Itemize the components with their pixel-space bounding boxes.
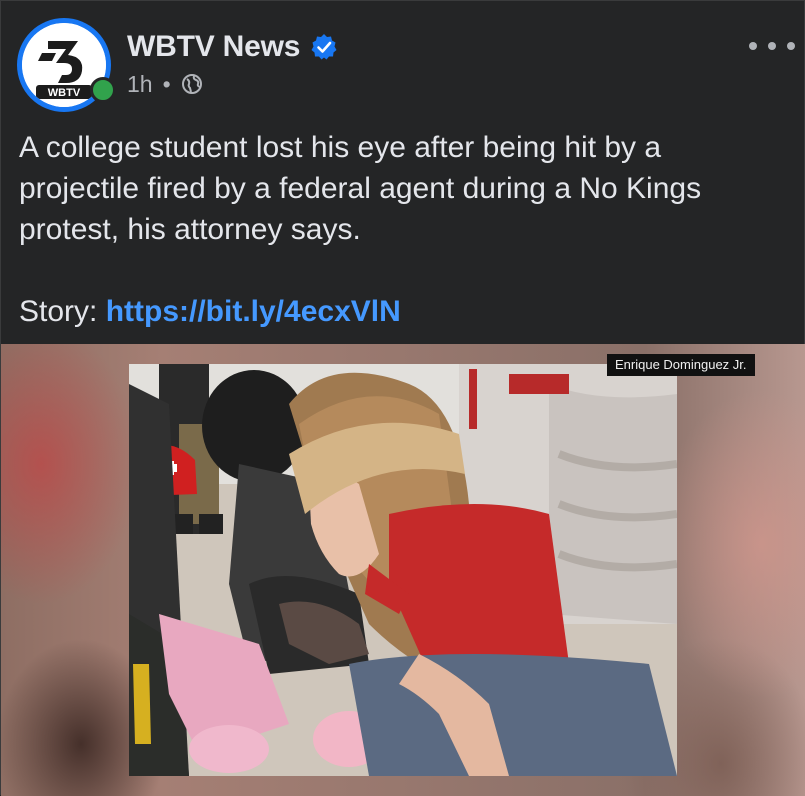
avatar-text: WBTV — [48, 87, 81, 99]
story-label: Story: — [19, 295, 106, 328]
post-body-text: A college student lost his eye after bei… — [19, 131, 702, 246]
more-dot — [749, 42, 757, 50]
post-header: WBTV WBTV News 1h • — [1, 1, 805, 113]
page-name[interactable]: WBTV News — [127, 30, 300, 64]
story-line: Story: https://bit.ly/4ecxVlN — [19, 291, 401, 332]
more-dot — [787, 42, 795, 50]
post-card: WBTV WBTV News 1h • A college student lo… — [0, 0, 805, 796]
photo-credit: Enrique Dominguez Jr. — [607, 354, 755, 376]
globe-icon — [181, 73, 203, 95]
online-status-dot — [90, 77, 116, 103]
meta-separator: • — [162, 70, 171, 97]
more-options-icon[interactable] — [749, 33, 795, 59]
post-timestamp[interactable]: 1h — [127, 71, 153, 98]
post-meta: 1h • — [127, 69, 203, 99]
news-photo[interactable] — [129, 364, 677, 776]
post-media[interactable]: Enrique Dominguez Jr. — [1, 344, 805, 796]
page-name-row: WBTV News — [127, 27, 338, 67]
story-link[interactable]: https://bit.ly/4ecxVlN — [106, 295, 401, 328]
more-dot — [768, 42, 776, 50]
verified-badge-icon — [310, 33, 338, 61]
